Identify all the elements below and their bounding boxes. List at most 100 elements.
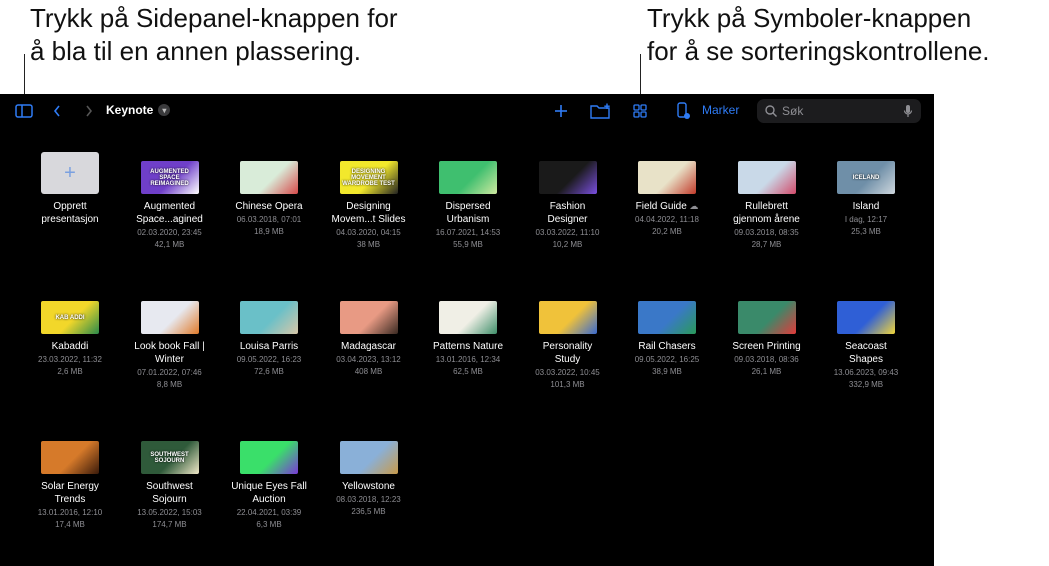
document-name: Yellowstone	[319, 480, 419, 493]
document-item[interactable]: SOUTHWEST SOJOURN Southwest Sojourn 13.05.2…	[120, 430, 220, 531]
location-title[interactable]: Keynote ▾	[106, 103, 171, 117]
document-size: 38 MB	[356, 240, 381, 249]
document-date: 22.04.2021, 03:39	[236, 508, 302, 517]
document-name-line: Space...agined	[136, 214, 203, 225]
document-date: 16.07.2021, 14:53	[435, 228, 501, 237]
thumbnail-container	[617, 150, 717, 194]
document-item[interactable]: Rail Chasers 09.05.2022, 16:25 38,9 MB	[617, 290, 717, 378]
document-item[interactable]: Unique Eyes Fall Auction 22.04.2021, 03:39…	[219, 430, 319, 531]
thumbnail-text: AUGMENTED SPACE REIMAGINED	[150, 168, 189, 187]
create-presentation-button[interactable]: + Opprett presentasjon	[20, 150, 120, 226]
document-thumbnail	[339, 441, 398, 474]
document-name-line: Island	[852, 201, 880, 212]
document-date: 06.03.2018, 07:01	[236, 215, 302, 224]
document-name: Opprett presentasjon	[20, 200, 120, 226]
search-field[interactable]: Søk	[757, 99, 921, 123]
document-name: Chinese Opera	[219, 200, 319, 213]
sidebar-button[interactable]	[12, 94, 36, 128]
document-date: 09.03.2018, 08:36	[734, 355, 799, 364]
document-item[interactable]: Seacoast Shapes 13.06.2023, 09:43 332,9 MB	[816, 290, 916, 391]
document-date: 13.01.2016, 12:34	[435, 355, 501, 364]
microphone-icon[interactable]	[903, 104, 913, 118]
device-button[interactable]	[673, 94, 693, 128]
thumbnail-container	[120, 290, 220, 334]
back-button[interactable]	[48, 94, 66, 128]
document-name-line: gjennom årene	[733, 214, 800, 225]
new-folder-button[interactable]	[589, 94, 613, 128]
document-size: 55,9 MB	[453, 240, 483, 249]
chevron-right-icon	[86, 105, 93, 117]
document-name-line: presentasjon	[41, 214, 99, 225]
document-name: Patterns Nature	[418, 340, 518, 353]
document-name-line: Winter	[155, 354, 184, 365]
document-date: 13.05.2022, 15:03	[137, 508, 202, 517]
document-size: 26,1 MB	[751, 367, 782, 376]
thumbnail-container	[319, 290, 419, 334]
icons-view-button[interactable]	[630, 94, 650, 128]
search-placeholder: Søk	[782, 104, 804, 118]
callout-line: for å se sorteringskontrollene.	[647, 36, 990, 66]
document-thumbnail: KAB ADDI	[41, 301, 99, 334]
thumbnail-text: KAB ADDI	[55, 314, 85, 321]
document-item[interactable]: Field Guide ☁ 04.04.2022, 11:18 20,2 MB	[617, 150, 717, 238]
select-button[interactable]: Marker	[702, 103, 739, 117]
document-item[interactable]: Look book Fall | Winter 07.01.2022, 07:46 8…	[120, 290, 220, 391]
document-item[interactable]: Rullebrett gjennom årene 09.03.2018, 08:35…	[717, 150, 817, 251]
document-thumbnail	[240, 301, 298, 334]
document-item[interactable]: Louisa Parris 09.05.2022, 16:23 72,6 MB	[219, 290, 319, 378]
document-name: Unique Eyes Fall Auction	[219, 480, 319, 506]
document-item[interactable]: KAB ADDI Kabaddi 23.03.2022, 11:32 2,6 MB	[20, 290, 120, 378]
document-thumbnail: ICELAND	[837, 161, 895, 194]
thumbnail-container: SOUTHWEST SOJOURN	[120, 430, 220, 474]
document-size: 62,5 MB	[453, 367, 483, 376]
document-name: Madagascar	[319, 340, 419, 353]
document-name-line: Personality	[542, 341, 593, 352]
document-name-line: Field Guide ☁	[635, 201, 699, 212]
document-size: 332,9 MB	[848, 380, 884, 389]
document-item[interactable]: ICELAND Island I dag, 12:17 25,3 MB	[816, 150, 916, 238]
document-item[interactable]: Madagascar 03.04.2023, 13:12 408 MB	[319, 290, 419, 378]
document-size: 101,3 MB	[550, 380, 585, 389]
document-size: 10,2 MB	[552, 240, 583, 249]
document-name-line: Yellowstone	[341, 481, 395, 492]
document-name: Screen Printing	[717, 340, 817, 353]
document-item[interactable]: AUGMENTED SPACE REIMAGINED Augmented Space…	[120, 150, 220, 251]
document-item[interactable]: Fashion Designer 03.03.2022, 11:10 10,2 MB	[518, 150, 618, 251]
thumbnail-text: DESIGNING MOVEMENT WARDROBE TEST	[342, 168, 395, 187]
thumbnail-container: DESIGNING MOVEMENT WARDROBE TEST	[319, 150, 419, 194]
document-item[interactable]: Dispersed Urbanism 16.07.2021, 14:53 55,9 M…	[418, 150, 518, 251]
document-item[interactable]: DESIGNING MOVEMENT WARDROBE TEST Designin…	[319, 150, 419, 251]
forward-button[interactable]	[80, 94, 98, 128]
thumbnail-container	[319, 430, 419, 474]
new-document-button[interactable]	[551, 94, 571, 128]
document-name-line: Unique Eyes Fall	[231, 481, 307, 492]
document-item[interactable]: Personality Study 03.03.2022, 10:45 101,3 M…	[518, 290, 618, 391]
document-date: 04.04.2022, 11:18	[635, 215, 699, 224]
sidebar-icon	[15, 104, 33, 118]
document-thumbnail	[837, 301, 895, 334]
document-item[interactable]: Patterns Nature 13.01.2016, 12:34 62,5 MB	[418, 290, 518, 378]
document-thumbnail	[140, 301, 199, 334]
document-item[interactable]: Yellowstone 08.03.2018, 12:23 236,5 MB	[319, 430, 419, 518]
thumbnail-container	[20, 430, 120, 474]
document-size: 28,7 MB	[751, 240, 782, 249]
device-icon	[677, 102, 690, 119]
thumbnail-text: ICELAND	[852, 174, 880, 181]
document-name-line: Solar Energy	[41, 481, 99, 492]
document-item[interactable]: Solar Energy Trends 13.01.2016, 12:10 17,4 …	[20, 430, 120, 531]
thumbnail-container	[219, 290, 319, 334]
document-name: Designing Movem...t Slides	[319, 200, 419, 226]
document-name-line: Opprett	[53, 201, 87, 212]
grid-icon	[633, 104, 647, 118]
document-name: Augmented Space...agined	[120, 200, 220, 226]
document-name: Field Guide ☁	[617, 200, 717, 213]
document-name-line: Trends	[54, 494, 86, 505]
document-thumbnail	[240, 441, 298, 474]
callout-line: Trykk på Sidepanel-knappen for	[30, 3, 398, 33]
document-item[interactable]: Screen Printing 09.03.2018, 08:36 26,1 MB	[717, 290, 817, 378]
document-item[interactable]: Chinese Opera 06.03.2018, 07:01 18,9 MB	[219, 150, 319, 238]
document-name-line: Southwest	[146, 481, 193, 492]
chevron-down-icon: ▾	[158, 104, 171, 116]
document-name-line: Study	[554, 354, 581, 365]
document-name-line: Screen Printing	[732, 341, 801, 352]
